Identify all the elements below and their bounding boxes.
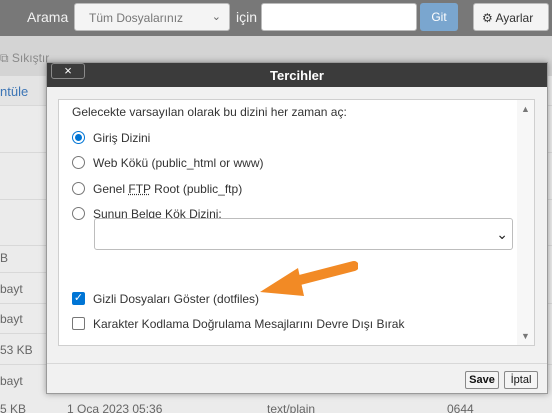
cancel-button[interactable]: İptal (504, 371, 538, 389)
list-item[interactable]: bayt (0, 304, 46, 334)
scroll-down-icon[interactable]: ▼ (521, 331, 530, 341)
list-item[interactable]: 53 KB (0, 335, 46, 365)
table-row[interactable]: 5 KB 1 Oca 2023 05:36 text/plain 0644 (0, 395, 552, 413)
radio-button[interactable] (72, 207, 85, 220)
settings-button-label: Ayarlar (495, 11, 534, 25)
default-directory-prompt: Gelecekte varsayılan olarak bu dizini he… (72, 105, 347, 119)
close-button[interactable]: × (51, 63, 85, 79)
for-label: için (236, 9, 258, 25)
dialog-footer: Save İptal (47, 363, 547, 393)
file-date: 1 Oca 2023 05:36 (67, 402, 163, 413)
list-item[interactable]: bayt (0, 366, 46, 396)
compress-label: Sıkıştır (11, 51, 50, 65)
checkbox-label: Karakter Kodlama Doğrulama Mesajlarını D… (93, 317, 405, 331)
search-input[interactable] (261, 3, 417, 31)
go-button[interactable]: Git (420, 3, 458, 31)
file-type: text/plain (267, 402, 316, 413)
list-item[interactable]: bayt (0, 274, 46, 304)
annotation-arrow-icon (260, 261, 358, 296)
file-list-left-column: ntüle B bayt bayt 53 KB bayt (0, 76, 46, 413)
settings-button[interactable]: ⚙ Ayarlar (473, 3, 549, 31)
compress-button[interactable]: ⧉ Sıkıştır (0, 51, 49, 66)
chevron-down-icon: ⌄ (496, 226, 508, 242)
preferences-dialog: Tercihler × Gelecekte varsayılan olarak … (46, 62, 548, 394)
scroll-up-icon[interactable]: ▲ (521, 104, 530, 114)
list-item[interactable]: B (0, 243, 46, 273)
dialog-body: Gelecekte varsayılan olarak bu dizini he… (58, 99, 535, 346)
radio-button[interactable] (72, 131, 85, 144)
vertical-scrollbar[interactable]: ▲ ▼ (517, 100, 534, 345)
close-icon: × (64, 63, 72, 78)
document-root-select[interactable]: ⌄ (94, 218, 513, 250)
radio-label: Giriş Dizini (93, 131, 151, 145)
search-scope-value: Tüm Dosyalarınız (89, 11, 184, 25)
file-permissions: 0644 (447, 402, 474, 413)
compress-icon: ⧉ (0, 51, 9, 65)
ftp-abbreviation: FTP (128, 182, 151, 196)
dialog-title: Tercihler (47, 63, 547, 87)
checkbox[interactable] (72, 317, 85, 330)
chevron-down-icon: ⌄ (211, 11, 221, 23)
checkbox-label: Gizli Dosyaları Göster (dotfiles) (93, 292, 260, 306)
radio-label: Genel FTP Root (public_ftp) (93, 182, 243, 196)
radio-label: Web Kökü (public_html or www) (93, 156, 264, 170)
radio-button[interactable] (72, 182, 85, 195)
radio-button[interactable] (72, 156, 85, 169)
search-label: Arama (27, 9, 69, 25)
list-item[interactable] (0, 170, 46, 200)
list-item[interactable] (0, 123, 46, 153)
save-button[interactable]: Save (465, 371, 499, 389)
checkbox[interactable]: ✓ (72, 292, 85, 305)
top-search-bar: Arama Tüm Dosyalarınız ⌄ için Git ⚙ Ayar… (0, 0, 552, 36)
file-size: 5 KB (0, 402, 27, 413)
gear-icon: ⚙ (482, 11, 493, 25)
view-button[interactable]: ntüle (0, 76, 46, 106)
list-item[interactable] (0, 216, 46, 246)
search-scope-select[interactable]: Tüm Dosyalarınız ⌄ (74, 3, 230, 31)
